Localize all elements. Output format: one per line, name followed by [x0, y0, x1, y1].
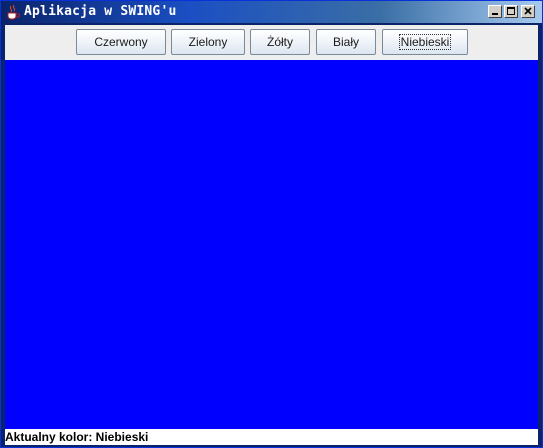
current-color-label: Aktualny kolor: Niebieski — [5, 430, 149, 444]
red-button-label: Czerwony — [94, 35, 148, 49]
app-window: Aplikacja w SWING'u Czerwony Zielony Żół… — [0, 0, 543, 448]
java-coffee-cup-icon[interactable] — [5, 4, 21, 20]
blue-button-label: Niebieski — [398, 34, 452, 50]
color-toolbar: Czerwony Zielony Żółty Biały Niebieski — [5, 25, 538, 60]
maximize-button[interactable] — [504, 5, 518, 18]
minimize-icon — [492, 13, 498, 15]
window-title: Aplikacja w SWING'u — [24, 4, 177, 19]
blue-button[interactable]: Niebieski — [382, 29, 468, 55]
close-icon — [524, 7, 532, 15]
minimize-button[interactable] — [488, 5, 502, 18]
title-bar[interactable]: Aplikacja w SWING'u — [1, 1, 542, 23]
red-button[interactable]: Czerwony — [76, 29, 166, 55]
status-bar: Aktualny kolor: Niebieski — [5, 429, 538, 445]
yellow-button[interactable]: Żółty — [250, 29, 310, 55]
maximize-icon — [507, 7, 515, 15]
color-panel — [5, 60, 538, 429]
green-button-label: Zielony — [188, 35, 228, 49]
green-button[interactable]: Zielony — [171, 29, 245, 55]
white-button-label: Biały — [332, 35, 359, 49]
close-button[interactable] — [521, 5, 535, 18]
yellow-button-label: Żółty — [266, 35, 293, 49]
white-button[interactable]: Biały — [316, 29, 376, 55]
